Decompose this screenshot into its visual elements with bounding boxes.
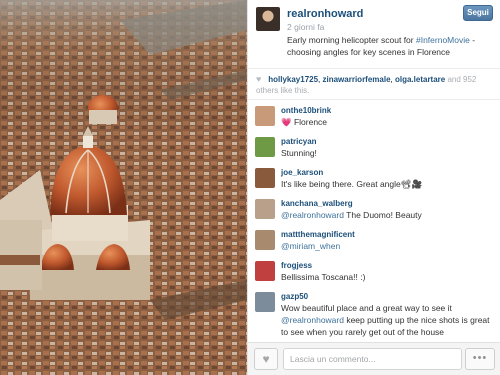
- avatar[interactable]: [255, 168, 275, 188]
- heart-icon: ♥: [262, 352, 270, 366]
- comment-text: @miriam_when: [281, 240, 492, 252]
- comment-username[interactable]: frogjess: [281, 259, 492, 271]
- post-username[interactable]: realronhoward: [287, 8, 363, 20]
- comment-emoji: 💗: [281, 117, 292, 127]
- caption-hashtag[interactable]: #InfernoMovie: [416, 35, 470, 45]
- post-caption: Early morning helicopter scout for #Infe…: [287, 34, 492, 58]
- comment-text: Bellissima Toscana!! :): [281, 271, 492, 283]
- likes-rest-text: others like this.: [256, 86, 310, 95]
- comment-input[interactable]: [283, 348, 462, 370]
- comment-mention[interactable]: @miriam_when: [281, 241, 340, 251]
- post-header: realronhoward 2 giorni fa Early morning …: [248, 0, 500, 67]
- florence-aerial-image: [0, 0, 247, 375]
- comment-mention[interactable]: @realronhoward: [281, 210, 344, 220]
- heart-icon: ♥: [256, 74, 262, 84]
- like-user[interactable]: olga.letartare: [395, 75, 445, 84]
- comment-text: 💗 Florence: [281, 116, 492, 128]
- comment-username[interactable]: onthe10brink: [281, 104, 492, 116]
- avatar[interactable]: [255, 199, 275, 219]
- comment-username[interactable]: kanchana_walberg: [281, 197, 492, 209]
- comment-text-part: It's like being there. Great angle📽🎥: [281, 179, 423, 189]
- comment-text-part: Bellissima Toscana!! :): [281, 272, 366, 282]
- comment-text-part: Wow beautiful place and a great way to s…: [281, 303, 452, 313]
- comment-text: @realronhoward The Duomo! Beauty: [281, 209, 492, 221]
- comment-text-part: Stunning!: [281, 148, 317, 158]
- post-timestamp: 2 giorni fa: [287, 22, 325, 32]
- post-detail-panel: realronhoward 2 giorni fa Early morning …: [247, 0, 500, 375]
- comment-username[interactable]: patricyan: [281, 135, 492, 147]
- like-user[interactable]: zinawarriorfemale: [323, 75, 391, 84]
- comment-item: mattthemagnificent @miriam_when: [248, 228, 500, 252]
- caption-text: Early morning helicopter scout for: [287, 35, 416, 45]
- follow-button[interactable]: Segui: [463, 5, 493, 21]
- avatar[interactable]: [256, 7, 280, 31]
- avatar[interactable]: [255, 137, 275, 157]
- likes-summary: ♥ hollykay1725, zinawarriorfemale, olga.…: [248, 68, 500, 100]
- avatar[interactable]: [255, 230, 275, 250]
- comment-username[interactable]: mattthemagnificent: [281, 228, 492, 240]
- avatar[interactable]: [255, 106, 275, 126]
- comment-bar: ♥ •••: [248, 342, 500, 375]
- more-options-button[interactable]: •••: [465, 348, 495, 370]
- comment-text: It's like being there. Great angle📽🎥: [281, 178, 492, 190]
- comment-text-part: Florence: [291, 117, 328, 127]
- comment-item: gazp50 Wow beautiful place and a great wa…: [248, 290, 500, 338]
- avatar[interactable]: [255, 261, 275, 281]
- comment-username[interactable]: joe_karson: [281, 166, 492, 178]
- comment-item: joe_karson It's like being there. Great a…: [248, 166, 500, 190]
- more-icon: •••: [472, 352, 488, 364]
- comment-item: frogjess Bellissima Toscana!! :): [248, 259, 500, 283]
- like-button[interactable]: ♥: [254, 348, 278, 370]
- comment-text-part: The Duomo! Beauty: [343, 210, 422, 220]
- comment-username[interactable]: gazp50: [281, 290, 492, 302]
- comment-item: patricyan Stunning!: [248, 135, 500, 159]
- comment-item: onthe10brink 💗 Florence: [248, 104, 500, 128]
- comment-mention[interactable]: @realronhoward: [281, 315, 344, 325]
- comment-item: kanchana_walberg @realronhoward The Duomo…: [248, 197, 500, 221]
- like-user[interactable]: hollykay1725: [268, 75, 318, 84]
- post-photo[interactable]: [0, 0, 247, 375]
- comments-list[interactable]: onthe10brink 💗 Florence patricyan Stunning!…: [248, 104, 500, 342]
- avatar[interactable]: [255, 292, 275, 312]
- likes-count[interactable]: and 952: [445, 75, 476, 84]
- comment-text: Wow beautiful place and a great way to s…: [281, 302, 492, 338]
- comment-text: Stunning!: [281, 147, 492, 159]
